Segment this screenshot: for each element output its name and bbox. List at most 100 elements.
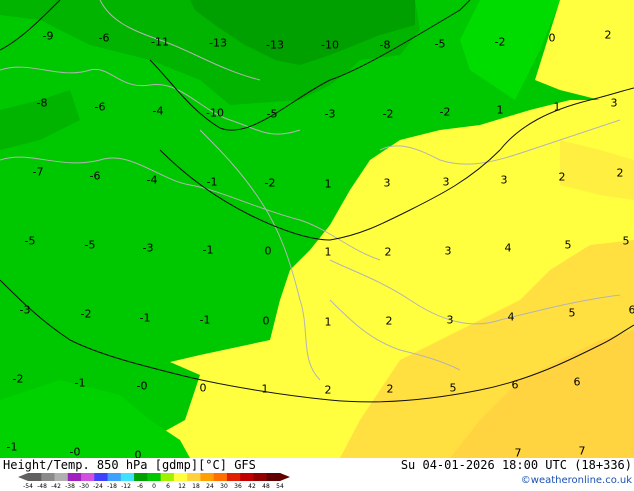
temperature-label: 5 (450, 382, 457, 395)
temperature-label: -0 (137, 380, 148, 393)
temperature-label: 3 (445, 245, 452, 258)
temperature-label: -13 (209, 37, 227, 50)
temperature-label: -10 (206, 107, 224, 120)
temperature-label: -1 (140, 312, 151, 325)
temperature-label: 0 (200, 382, 207, 395)
temperature-label: 3 (447, 314, 454, 327)
temperature-label: -2 (440, 106, 451, 119)
temperature-label: -2 (383, 108, 394, 121)
temperature-label: 3 (501, 174, 508, 187)
temperature-label: 1 (325, 316, 332, 329)
temperature-label: -3 (20, 304, 31, 317)
temperature-label: -5 (267, 108, 278, 121)
temperature-label: 3 (384, 177, 391, 190)
temperature-label: 7 (515, 447, 522, 459)
scale-tick-label: -18 (107, 483, 117, 490)
temperature-label: 7 (579, 445, 586, 458)
scale-swatch (147, 473, 161, 481)
temperature-label: 2 (617, 167, 624, 180)
scale-tick-label: -38 (65, 483, 75, 490)
temperature-label: 2 (385, 246, 392, 259)
temperature-label: -2 (81, 308, 92, 321)
temperature-label: 0 (263, 315, 270, 328)
scale-swatch (81, 473, 95, 481)
temperature-label: -10 (321, 39, 339, 52)
scale-swatch (187, 473, 201, 481)
forecast-date: Su 04-01-2026 18:00 UTC (18+336) (401, 458, 632, 472)
temperature-label: 4 (505, 242, 512, 255)
temperature-label: -1 (207, 176, 218, 189)
temperature-label: 1 (497, 104, 504, 117)
scale-swatch (41, 473, 55, 481)
scale-tick-label: -24 (93, 483, 103, 490)
temperature-label: 2 (559, 171, 566, 184)
temperature-label: -5 (85, 239, 96, 252)
temperature-label: 6 (512, 379, 519, 392)
scale-tick-label: -54 (23, 483, 33, 490)
temperature-label: -8 (37, 97, 48, 110)
temperature-label: 6 (574, 376, 581, 389)
scale-min-arrow (18, 473, 28, 481)
scale-tick-label: 6 (166, 483, 170, 490)
scale-swatch (28, 473, 42, 481)
temperature-label: 2 (605, 29, 612, 42)
temperature-label: 5 (623, 235, 630, 248)
temperature-label: 0 (549, 32, 556, 45)
scale-swatch (94, 473, 108, 481)
temperature-label: -1 (200, 314, 211, 327)
scale-tick-label: -6 (137, 483, 143, 490)
temperature-label: -7 (33, 166, 44, 179)
temperature-label: 2 (325, 384, 332, 397)
scale-max-arrow (280, 473, 290, 481)
scale-tick-label: 24 (206, 483, 214, 490)
temperature-label: 1 (262, 383, 269, 396)
scale-swatch (161, 473, 175, 481)
temperature-label: 1 (554, 101, 561, 114)
scale-swatch (214, 473, 228, 481)
temperature-label: 6 (629, 304, 634, 317)
temperature-label: -0 (70, 446, 81, 459)
temperature-label: 4 (508, 311, 515, 324)
scale-tick-label: 42 (248, 483, 256, 490)
temperature-label: -13 (266, 39, 284, 52)
scale-swatch (68, 473, 82, 481)
temperature-label: -11 (151, 36, 169, 49)
temperature-label: 3 (443, 176, 450, 189)
temperature-label: 0 (135, 449, 142, 459)
scale-swatch (174, 473, 188, 481)
temperature-label: -2 (13, 373, 24, 386)
scale-tick-label: -48 (37, 483, 47, 490)
scale-tick-label: 12 (178, 483, 186, 490)
map-footer: Height/Temp. 850 hPa [gdmp][°C] GFS Su 0… (0, 458, 634, 490)
scale-tick-label: 36 (234, 483, 242, 490)
temperature-label: -3 (143, 242, 154, 255)
temperature-label: 2 (387, 383, 394, 396)
temperature-label: -8 (380, 39, 391, 52)
temperature-label: -6 (90, 170, 101, 183)
temperature-label: -3 (325, 108, 336, 121)
scale-swatch (108, 473, 122, 481)
temperature-label: -9 (43, 30, 54, 43)
temperature-label: -2 (495, 36, 506, 49)
temperature-label: 3 (611, 97, 618, 110)
scale-tick-label: -42 (51, 483, 61, 490)
scale-swatch (134, 473, 148, 481)
temperature-label: 1 (325, 178, 332, 191)
scale-tick-label: 54 (276, 483, 284, 490)
temperature-label: -2 (265, 177, 276, 190)
scale-tick-label: 30 (220, 483, 228, 490)
temperature-field (0, 0, 634, 458)
temperature-label: 0 (265, 245, 272, 258)
scale-tick-label: -12 (121, 483, 131, 490)
credit-link[interactable]: ©weatheronline.co.uk (521, 475, 632, 486)
temperature-label: 2 (386, 315, 393, 328)
temperature-label: -1 (203, 244, 214, 257)
scale-tick-label: 18 (192, 483, 200, 490)
scale-swatch (55, 473, 69, 481)
temperature-label: -6 (99, 32, 110, 45)
temperature-label: 5 (569, 307, 576, 320)
scale-swatch (121, 473, 135, 481)
scale-swatch (253, 473, 267, 481)
scale-swatch (240, 473, 254, 481)
scale-swatch (267, 473, 281, 481)
